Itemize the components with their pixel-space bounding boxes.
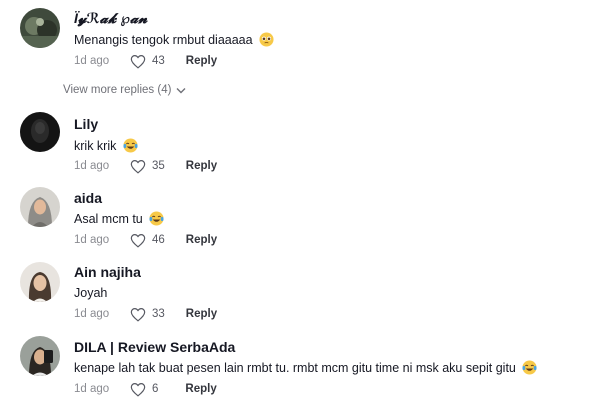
like-count: 6: [152, 383, 159, 395]
tears-of-joy-icon: [149, 211, 164, 226]
comment-text-body: Asal mcm tu: [74, 212, 143, 226]
comment-text: Asal mcm tu: [74, 211, 164, 226]
avatar[interactable]: [20, 8, 60, 48]
comment-meta: 1d ago 33 Reply: [74, 306, 217, 322]
heart-outline-icon: [130, 159, 146, 174]
comment-text-body: kenape lah tak buat pesen lain rmbt tu. …: [74, 361, 516, 375]
view-more-replies-button[interactable]: View more replies (4): [63, 84, 186, 96]
pleading-face-icon: [259, 32, 274, 47]
comment-username[interactable]: aida: [74, 190, 102, 206]
avatar[interactable]: [20, 112, 60, 152]
comment-time: 1d ago: [74, 308, 110, 320]
like-button[interactable]: 6: [130, 382, 158, 397]
comment-username[interactable]: DILA | Review SerbaAda: [74, 339, 235, 355]
comment-username[interactable]: Ain najiha: [74, 264, 141, 280]
avatar[interactable]: [20, 262, 60, 302]
view-more-replies-label: View more replies (4): [63, 84, 172, 96]
heart-outline-icon: [130, 54, 146, 69]
comment-text: Joyah: [74, 286, 107, 300]
reply-button[interactable]: Reply: [185, 383, 216, 395]
comment-meta: 1d ago 46 Reply: [74, 232, 217, 248]
comment-meta: 1d ago 6 Reply: [74, 381, 217, 397]
reply-button[interactable]: Reply: [186, 160, 217, 172]
comment-time: 1d ago: [74, 160, 110, 172]
like-button[interactable]: 33: [130, 307, 165, 322]
heart-outline-icon: [130, 382, 146, 397]
comment-text-body: Joyah: [74, 286, 108, 300]
like-button[interactable]: 35: [130, 159, 165, 174]
chevron-down-icon: [176, 87, 186, 93]
comment-meta: 1d ago 35 Reply: [74, 158, 217, 174]
comment-text: kenape lah tak buat pesen lain rmbt tu. …: [74, 360, 537, 375]
reply-button[interactable]: Reply: [186, 234, 217, 246]
comment-text-body: krik krik: [74, 139, 117, 153]
avatar[interactable]: [20, 336, 60, 376]
heart-outline-icon: [130, 233, 146, 248]
comment-text: Menangis tengok rmbut diaaaaa: [74, 32, 274, 47]
tears-of-joy-icon: [123, 138, 138, 153]
like-button[interactable]: 43: [130, 54, 165, 69]
avatar[interactable]: [20, 187, 60, 227]
comment-time: 1d ago: [74, 234, 110, 246]
like-count: 43: [152, 55, 165, 67]
comment-username[interactable]: Lily: [74, 116, 98, 132]
comment-meta: 1d ago 43 Reply: [74, 53, 217, 69]
like-button[interactable]: 46: [130, 233, 165, 248]
like-count: 46: [152, 234, 165, 246]
reply-button[interactable]: Reply: [186, 55, 217, 67]
reply-button[interactable]: Reply: [186, 308, 217, 320]
heart-outline-icon: [130, 307, 146, 322]
comment-username[interactable]: Ï𝔂ℛ𝓪𝓴 ℘𝓪𝓷: [74, 10, 147, 27]
comment-text: krik krik: [74, 138, 138, 153]
like-count: 33: [152, 308, 165, 320]
comment-time: 1d ago: [74, 55, 110, 67]
comment-text-body: Menangis tengok rmbut diaaaaa: [74, 33, 253, 47]
tears-of-joy-icon: [522, 360, 537, 375]
like-count: 35: [152, 160, 165, 172]
comment-time: 1d ago: [74, 383, 110, 395]
